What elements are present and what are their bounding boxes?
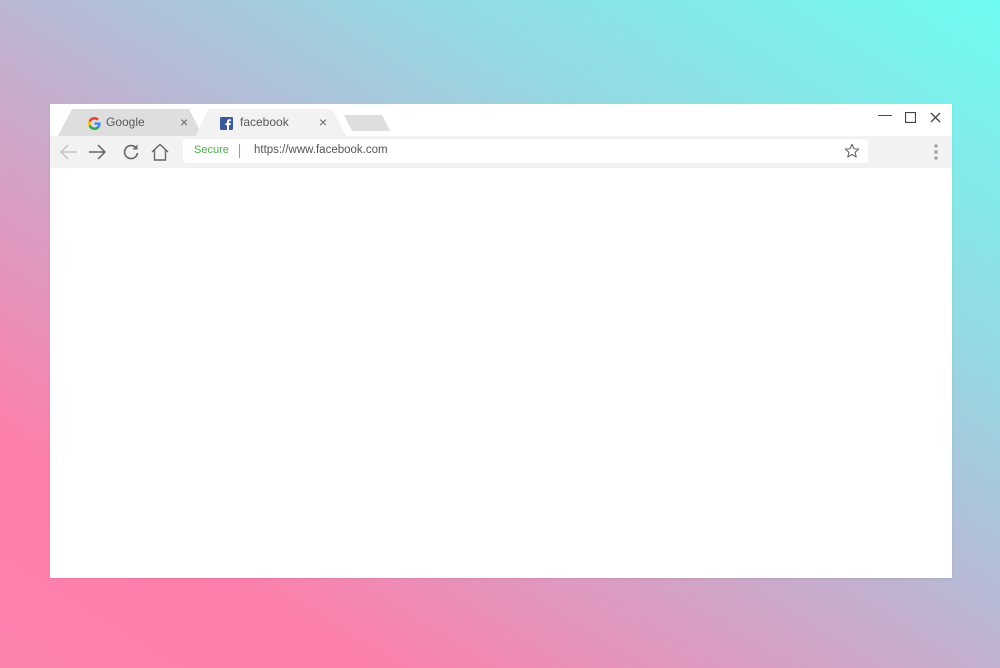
arrow-left-icon[interactable] xyxy=(59,142,79,162)
google-g-icon xyxy=(88,117,101,130)
star-icon[interactable] xyxy=(843,142,861,160)
tab-close-button[interactable]: × xyxy=(319,114,327,130)
home-icon[interactable] xyxy=(150,142,170,162)
toolbar: Secure https://www.facebook.com xyxy=(50,136,952,168)
maximize-button[interactable] xyxy=(905,112,916,123)
tab-close-button[interactable]: × xyxy=(180,114,188,130)
page-content xyxy=(50,168,952,578)
tab-title: facebook xyxy=(240,115,289,129)
minimize-button[interactable]: — xyxy=(878,106,892,122)
browser-window: Google × facebook × — Secure https://www… xyxy=(50,104,952,578)
reload-icon[interactable] xyxy=(121,142,141,162)
omnibox-divider xyxy=(239,144,240,158)
address-bar[interactable]: Secure https://www.facebook.com xyxy=(183,139,868,163)
arrow-right-icon[interactable] xyxy=(87,142,107,162)
close-window-button[interactable] xyxy=(930,112,941,123)
tab-google[interactable]: Google × xyxy=(58,109,203,136)
tab-facebook[interactable]: facebook × xyxy=(196,109,346,136)
kebab-menu-icon[interactable] xyxy=(933,144,939,160)
url-text[interactable]: https://www.facebook.com xyxy=(254,144,388,156)
facebook-f-icon xyxy=(220,117,233,130)
secure-label: Secure xyxy=(194,144,229,156)
tab-title: Google xyxy=(106,115,145,129)
tab-strip: Google × facebook × — xyxy=(50,104,952,136)
new-tab-button[interactable] xyxy=(344,115,390,131)
